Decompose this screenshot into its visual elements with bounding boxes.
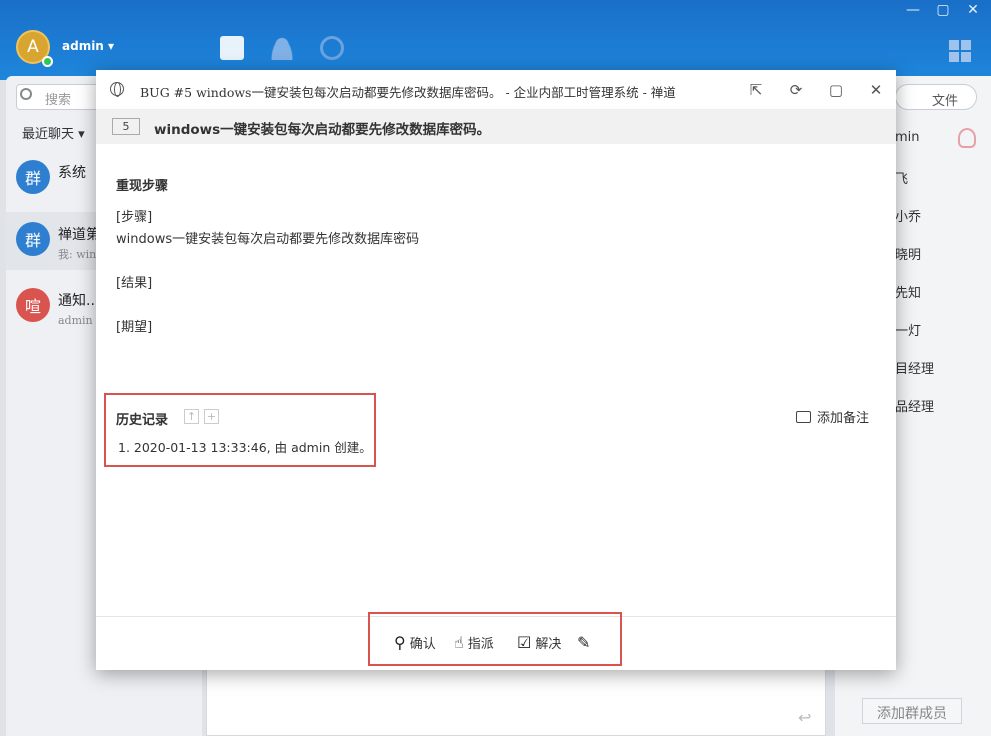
- maximize-icon[interactable]: ▢: [826, 80, 846, 100]
- history-entry: 1. 2020-01-13 13:33:46, 由 admin 创建。: [118, 440, 372, 455]
- close-button[interactable]: ✕: [965, 2, 981, 18]
- checkbox-icon: ☑: [517, 633, 532, 652]
- maximize-button[interactable]: ▢: [935, 2, 951, 18]
- main-nav: [220, 36, 344, 74]
- steps-label: [步骤]: [116, 210, 153, 225]
- minimize-button[interactable]: —: [905, 2, 921, 18]
- tab-files[interactable]: 文件: [895, 84, 977, 110]
- conversation-name: 系统: [58, 165, 86, 181]
- conversation-avatar: 群: [16, 222, 50, 256]
- history-heading: 历史记录: [116, 413, 169, 428]
- confirm-button[interactable]: ⚲ 确认: [394, 633, 436, 652]
- send-icon[interactable]: ↩: [798, 708, 811, 727]
- sort-up-icon[interactable]: ↑: [184, 409, 199, 424]
- resolve-label: 解决: [535, 637, 562, 652]
- dialog-header: BUG #5 windows一键安装包每次启动都要先修改数据库密码。 - 企业内…: [96, 70, 896, 110]
- member-item[interactable]: 先知: [895, 282, 921, 301]
- dialog-title: BUG #5 windows一键安装包每次启动都要先修改数据库密码。 - 企业内…: [140, 85, 676, 100]
- member-item[interactable]: 晓明: [895, 244, 921, 263]
- bug-title-bar: 5 windows一键安装包每次启动都要先修改数据库密码。: [96, 110, 896, 144]
- thumbs-up-icon: ☝: [454, 633, 464, 652]
- online-status-dot: [42, 56, 53, 67]
- expect-label: [期望]: [116, 320, 153, 335]
- recent-chats-label: 最近聊天: [22, 127, 75, 142]
- conversation-name: 禅道第: [58, 227, 100, 243]
- steps-text: windows一键安装包每次启动都要先修改数据库密码: [116, 232, 420, 247]
- apps-grid-icon[interactable]: [949, 40, 971, 62]
- recent-chats-dropdown[interactable]: 最近聊天 ▾: [22, 123, 85, 142]
- tab-files-label: 文件: [932, 94, 959, 109]
- window-controls: — ▢ ✕: [905, 2, 981, 18]
- resolve-button[interactable]: ☑ 解决: [517, 633, 561, 652]
- message-input[interactable]: [206, 665, 826, 736]
- contacts-icon[interactable]: [270, 36, 294, 60]
- add-member-button[interactable]: 添加群成员: [862, 698, 962, 724]
- assign-button[interactable]: ☝ 指派: [454, 633, 494, 652]
- result-label: [结果]: [116, 276, 153, 291]
- conversation-name: 通知...: [58, 293, 100, 309]
- username[interactable]: admin ▾: [62, 39, 114, 53]
- bug-dialog: BUG #5 windows一键安装包每次启动都要先修改数据库密码。 - 企业内…: [96, 70, 896, 670]
- open-external-icon[interactable]: ⇱: [746, 80, 766, 100]
- edit-icon: ✎: [577, 633, 591, 652]
- globe-icon: [110, 82, 124, 97]
- search-icon: [20, 88, 32, 100]
- discover-icon[interactable]: [320, 36, 344, 60]
- member-item[interactable]: min: [895, 130, 920, 145]
- search-icon: ⚲: [394, 633, 406, 652]
- top-bar: [0, 0, 991, 80]
- assign-label: 指派: [467, 637, 494, 652]
- bug-title: windows一键安装包每次启动都要先修改数据库密码。: [154, 122, 491, 138]
- add-note-button[interactable]: 添加备注: [796, 407, 869, 426]
- close-icon[interactable]: ✕: [866, 80, 886, 100]
- member-item[interactable]: 目经理: [895, 358, 934, 377]
- conversation-avatar: 群: [16, 160, 50, 194]
- comment-icon: [796, 411, 811, 423]
- username-label: admin: [62, 39, 104, 53]
- repro-steps-heading: 重现步骤: [116, 179, 169, 194]
- chat-icon[interactable]: [220, 36, 244, 74]
- member-item[interactable]: 品经理: [895, 396, 934, 415]
- confirm-label: 确认: [409, 637, 436, 652]
- member-item[interactable]: 飞: [895, 168, 908, 187]
- conversation-avatar: 喧: [16, 288, 50, 322]
- add-note-label: 添加备注: [817, 411, 870, 426]
- refresh-icon[interactable]: ⟳: [786, 80, 806, 100]
- edit-button[interactable]: ✎: [577, 633, 594, 652]
- member-item[interactable]: 小乔: [895, 206, 921, 225]
- person-icon[interactable]: [958, 128, 976, 148]
- bug-id-badge: 5: [112, 118, 140, 135]
- expand-icon[interactable]: +: [204, 409, 219, 424]
- member-item[interactable]: 一灯: [895, 320, 921, 339]
